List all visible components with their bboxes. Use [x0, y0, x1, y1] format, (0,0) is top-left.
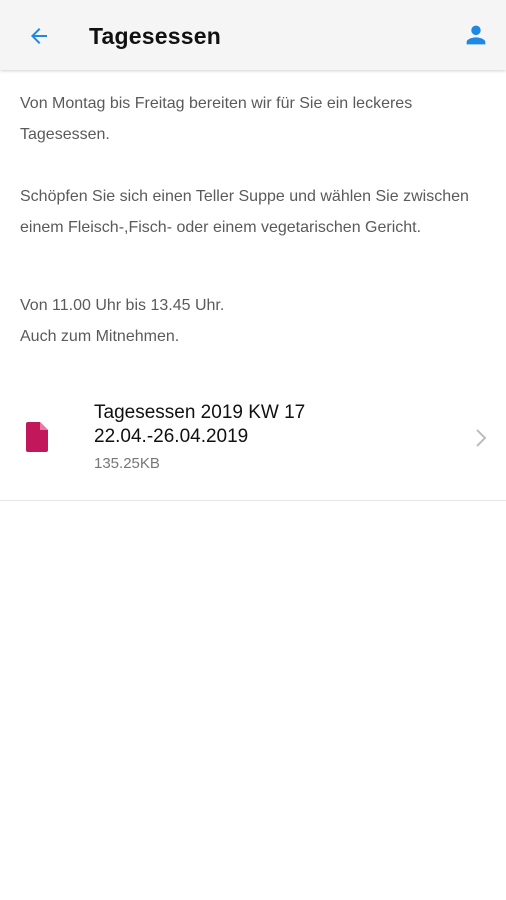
attachment-title-line2: 22.04.-26.04.2019 [94, 426, 249, 447]
account-button[interactable] [458, 17, 494, 53]
attachment-size: 135.25KB [94, 455, 160, 472]
person-icon [466, 25, 486, 45]
takeaway-text: Auch zum Mitnehmen. [20, 328, 180, 345]
attachment-title: Tagesessen 2019 KW 17 22.04.-26.04.2019 [94, 401, 434, 449]
opening-hours-text: Von 11.00 Uhr bis 13.45 Uhr. [20, 297, 225, 314]
content-body: Von Montag bis Freitag bereiten wir für … [0, 70, 506, 352]
intro-text: Von Montag bis Freitag bereiten wir für … [20, 95, 413, 143]
arrow-left-icon [31, 28, 47, 44]
chevron-right-icon [476, 429, 487, 447]
attachment-list-item[interactable]: Tagesessen 2019 KW 17 22.04.-26.04.2019 … [0, 390, 506, 501]
attachment-title-line1: Tagesessen 2019 KW 17 [94, 402, 306, 423]
menu-description-text: Schöpfen Sie sich einen Teller Suppe und… [20, 188, 469, 236]
back-button[interactable] [20, 17, 58, 55]
page-title: Tagesessen [89, 23, 221, 49]
app-bar: Tagesessen [0, 0, 506, 70]
file-icon [26, 422, 48, 452]
